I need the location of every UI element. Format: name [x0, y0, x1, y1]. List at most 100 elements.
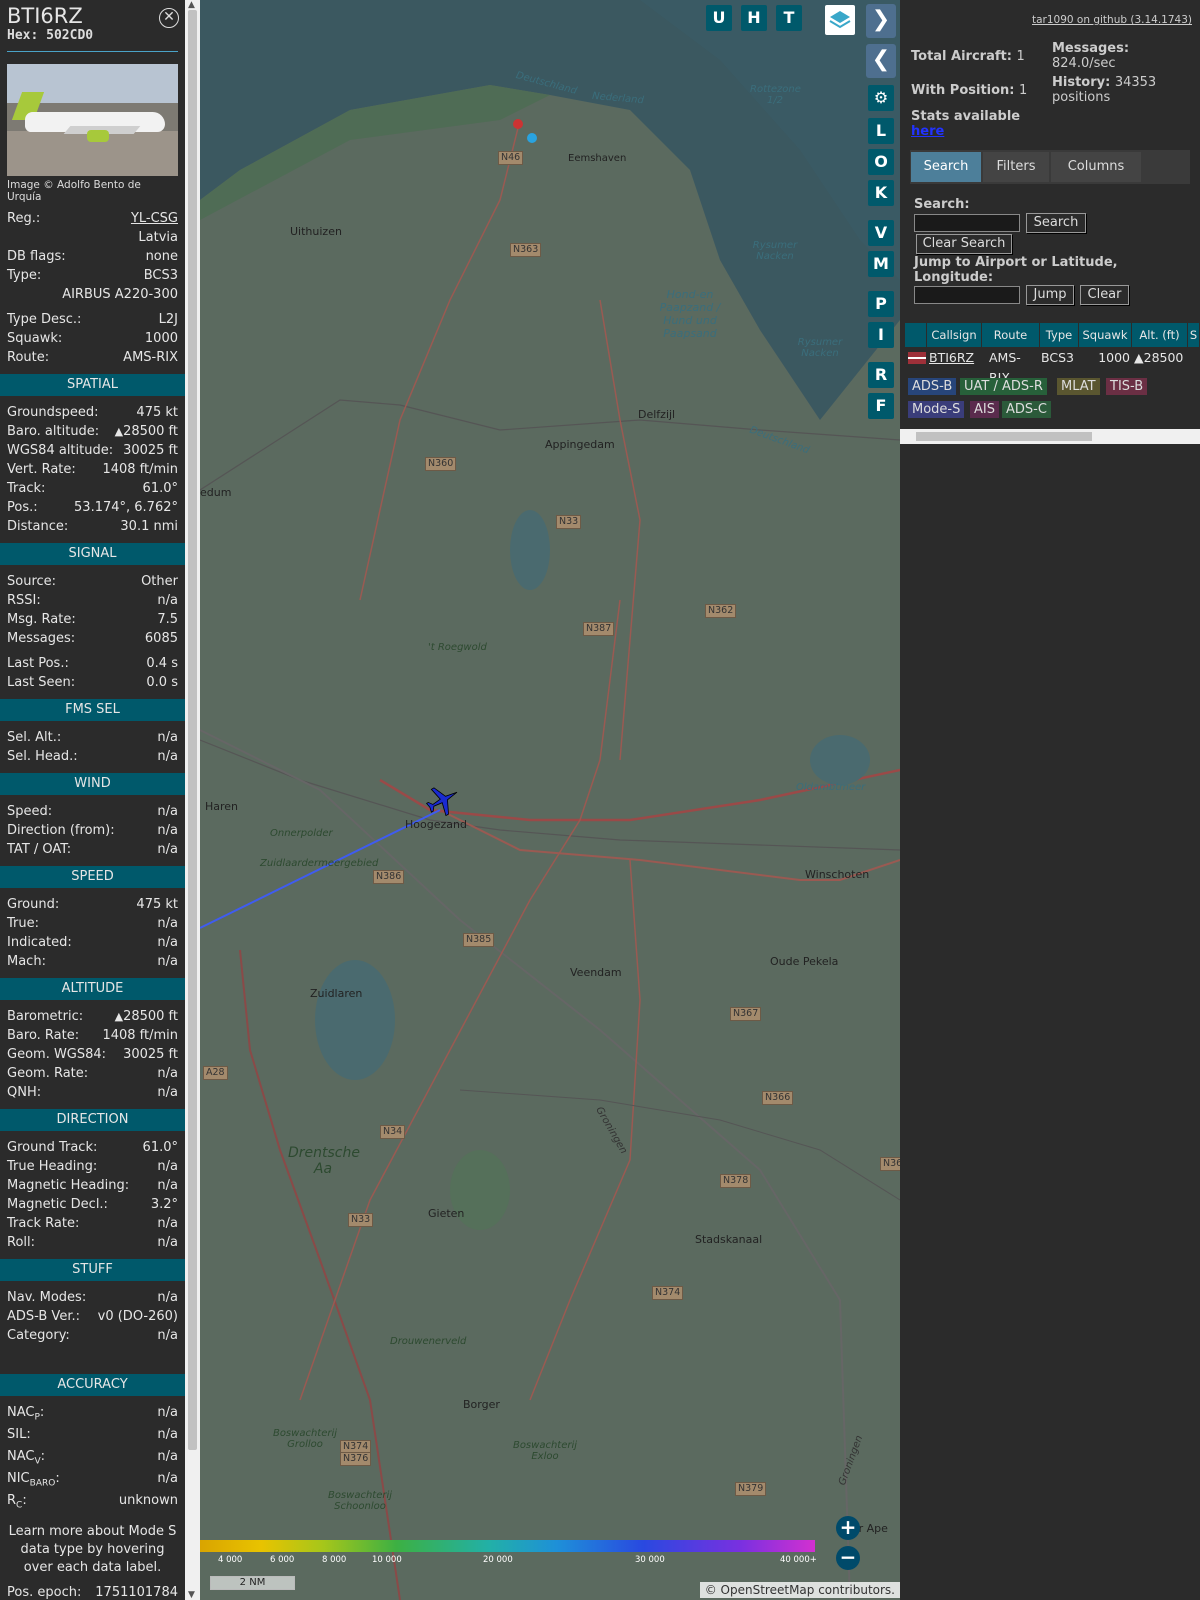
jump-input[interactable] — [914, 286, 1020, 304]
stats-link[interactable]: here — [911, 124, 944, 139]
aircraft-photo[interactable] — [7, 64, 178, 176]
zoom-out-button[interactable]: − — [836, 1546, 860, 1570]
altitude-tick: 20 000 — [483, 1555, 513, 1565]
map-button-i[interactable]: I — [868, 322, 894, 348]
aircraft-list-panel: tar1090 on github (3.14.1743) Total Airc… — [900, 0, 1200, 1600]
map-button-o[interactable]: O — [868, 149, 894, 175]
clear-button[interactable]: Clear — [1080, 285, 1129, 305]
hex-code: Hex: 502CD0 — [7, 28, 94, 43]
airplane-icon[interactable] — [425, 782, 461, 818]
map-button-u[interactable]: U — [706, 5, 732, 31]
col-altitude[interactable]: Alt. (ft) — [1132, 323, 1188, 347]
nav-modes-row: Nav. Modes: n/a — [7, 1290, 178, 1305]
town-label: Gieten — [428, 1207, 465, 1220]
geom-row: Geom. WGS84: 30025 ft — [7, 1047, 178, 1062]
clear-search-button[interactable]: Clear Search — [916, 234, 1012, 254]
map-button-f[interactable]: F — [868, 393, 894, 419]
altitude-tick: 10 000 — [372, 1555, 402, 1565]
col-flag[interactable] — [905, 323, 927, 347]
search-input[interactable] — [914, 214, 1020, 232]
altitude-tick: 4 000 — [218, 1555, 243, 1565]
table-horizontal-scrollbar[interactable] — [900, 429, 1200, 444]
vert-rate-row: Vert. Rate: 1408 ft/min — [7, 462, 178, 477]
layers-icon[interactable] — [825, 5, 855, 35]
col-speed[interactable]: S — [1188, 323, 1200, 347]
road-label: N385 — [463, 933, 495, 947]
road-label: N36 — [880, 1157, 900, 1171]
town-label: Stadskanaal — [695, 1233, 763, 1246]
mag-decl-row: Magnetic Decl.: 3.2° — [7, 1197, 178, 1212]
aircraft-table-header: Callsign Route Type Squawk Alt. (ft) S — [905, 323, 1200, 347]
row-route: AMS-RIX — [989, 350, 1021, 385]
jump-button[interactable]: Jump — [1026, 285, 1074, 305]
rssi-row: RSSI: n/a — [7, 593, 178, 608]
area-label: 't Roegwold — [428, 642, 487, 653]
section-speed: SPEED — [0, 866, 185, 888]
row-callsign[interactable]: BTI6RZ — [929, 348, 984, 368]
area-label: Zuidlaardermeergebied — [260, 858, 379, 869]
tab-columns[interactable]: Columns — [1051, 152, 1141, 182]
aircraft-detail-panel: BTI6RZ Hex: 502CD0 ✕ Image © Adolfo Bent… — [0, 0, 185, 1600]
registration-link[interactable]: YL-CSG — [131, 209, 178, 228]
col-callsign[interactable]: Callsign — [927, 323, 982, 347]
map-button-t[interactable]: T — [776, 5, 802, 31]
altitude-tick: 40 000+ — [780, 1555, 817, 1565]
map-button-p[interactable]: P — [868, 291, 894, 317]
search-button[interactable]: Search — [1026, 213, 1086, 233]
col-squawk[interactable]: Squawk — [1079, 323, 1132, 347]
hscroll-thumb[interactable] — [916, 432, 1092, 441]
mag-heading-row: Magnetic Heading: n/a — [7, 1178, 178, 1193]
squawk-row: Squawk: 1000 — [7, 331, 178, 346]
scroll-down-icon[interactable]: ▼ — [188, 1590, 195, 1600]
area-label: Boswachterij Exloo — [512, 1440, 578, 1462]
section-direction: DIRECTION — [0, 1109, 185, 1131]
water-label: Rottezone 1/2 — [750, 84, 801, 106]
history-stat: History: 34353 positions — [1052, 75, 1157, 105]
col-type[interactable]: Type — [1040, 323, 1079, 347]
map-view[interactable]: Uithuizen Eemshaven Delfzijl Appingedam … — [200, 0, 900, 1600]
col-route[interactable]: Route — [982, 323, 1040, 347]
section-spatial: SPATIAL — [0, 374, 185, 396]
area-label: Oldambtmeer — [796, 782, 866, 793]
area-label: Boswachterij Grolloo — [272, 1428, 338, 1450]
lastpos-row: Last Pos.: 0.4 s — [7, 656, 178, 671]
collapse-left-icon[interactable]: ❮ — [866, 44, 896, 78]
map-button-k[interactable]: K — [868, 180, 894, 206]
tab-filters[interactable]: Filters — [983, 152, 1049, 182]
scrollbar-thumb[interactable] — [188, 10, 197, 1450]
scroll-up-icon[interactable]: ▲ — [188, 0, 195, 10]
row-squawk: 1000 — [1098, 350, 1130, 365]
road-label: N366 — [762, 1091, 794, 1105]
road-label: N378 — [720, 1174, 752, 1188]
epoch-row: Pos. epoch: 1751101784 — [7, 1585, 178, 1600]
wind-dir-row: Direction (from): n/a — [7, 823, 178, 838]
map-attribution[interactable]: © OpenStreetMap contributors. — [699, 1582, 900, 1598]
town-label: Borger — [463, 1398, 500, 1411]
github-link[interactable]: tar1090 on github (3.14.1743) — [1032, 14, 1192, 26]
table-row[interactable]: BTI6RZ AMS-RIX BCS3 1000 ▲28500 — [905, 348, 1200, 385]
map-button-m[interactable]: M — [868, 251, 894, 277]
gear-icon[interactable]: ⚙ — [868, 85, 894, 111]
tat-row: TAT / OAT: n/a — [7, 842, 178, 857]
tab-search[interactable]: Search — [911, 152, 981, 182]
road-label: N376 — [340, 1452, 372, 1466]
total-aircraft-stat: Total Aircraft: 1 — [911, 49, 1025, 64]
map-button-r[interactable]: R — [868, 362, 894, 388]
expand-right-icon[interactable]: ❯ — [866, 4, 896, 38]
detail-scrollbar[interactable]: ▲ ▼ — [185, 0, 200, 1600]
road-label: N379 — [735, 1482, 767, 1496]
road-label: N374 — [652, 1286, 684, 1300]
barometric-row: Barometric: ▲28500 ft — [7, 1009, 178, 1024]
mach-row: Mach: n/a — [7, 954, 178, 969]
climb-arrow-icon: ▲ — [114, 425, 124, 438]
geom-rate-row: Geom. Rate: n/a — [7, 1066, 178, 1081]
map-button-l[interactable]: L — [868, 118, 894, 144]
road-label: N386 — [373, 870, 405, 884]
map-button-v[interactable]: V — [868, 220, 894, 246]
source-row: Source: Other — [7, 574, 178, 589]
close-icon[interactable]: ✕ — [159, 8, 179, 28]
help-note: Learn more about Mode S data type by hov… — [8, 1524, 177, 1575]
reg-row: Reg.: YL-CSG — [7, 209, 178, 228]
zoom-in-button[interactable]: + — [836, 1516, 860, 1540]
map-button-h[interactable]: H — [741, 5, 767, 31]
